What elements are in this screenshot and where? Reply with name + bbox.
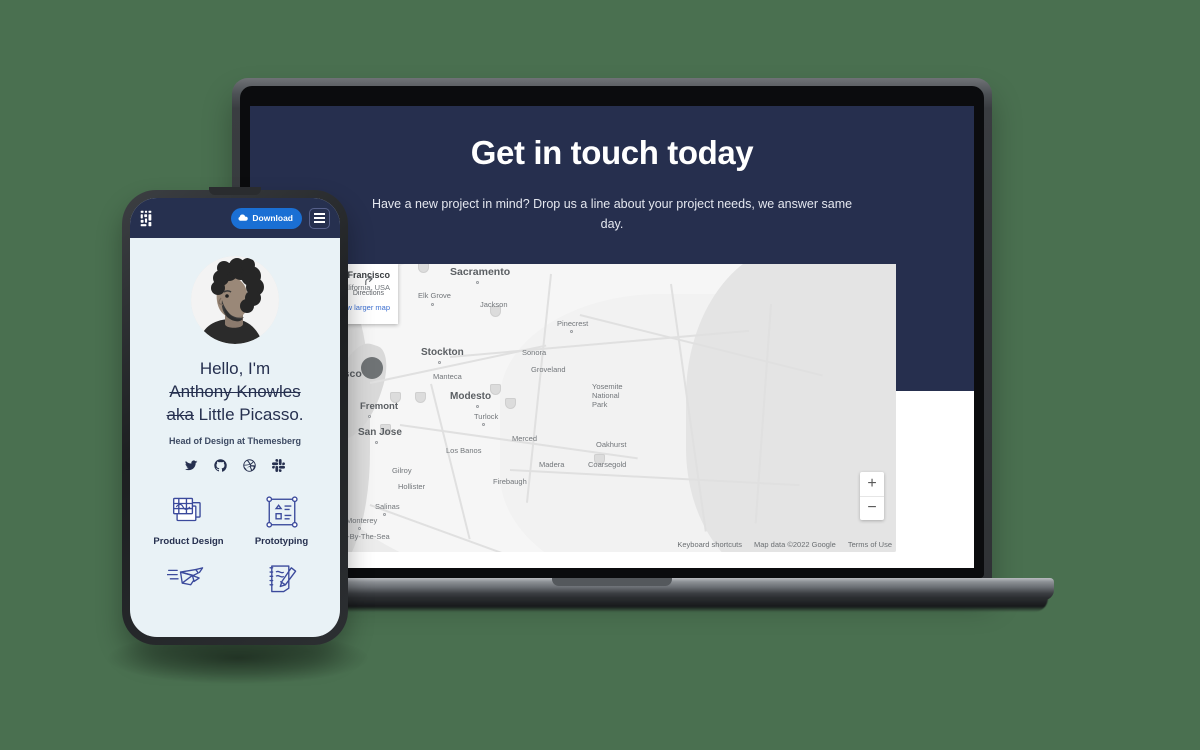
download-button[interactable]: Download <box>231 207 302 229</box>
phone-speaker-notch <box>209 187 261 195</box>
terms-of-use-link[interactable]: Terms of Use <box>848 540 892 549</box>
map-highway-shield-icon <box>415 392 426 403</box>
greeting-text: Hello, I'm <box>199 359 271 378</box>
cloud-download-icon <box>237 212 249 225</box>
social-links <box>142 459 328 477</box>
phone-mockup: Download Hello, I'm Anthony Knowles aka … <box>122 187 348 645</box>
laptop-trackpad-notch <box>552 578 672 586</box>
map-label: Pinecrest <box>557 319 589 328</box>
product-design-icon <box>142 491 235 533</box>
map-label: Manteca <box>433 372 462 381</box>
phone-screen: Download Hello, I'm Anthony Knowles aka … <box>130 198 340 637</box>
map-highway-shield-icon <box>490 384 501 395</box>
map-label: Sea Ranch <box>418 264 448 266</box>
alias-text: Little Picasso. <box>193 405 304 424</box>
service-item[interactable]: Product Design <box>142 491 235 547</box>
services-grid: Product Design Prototyping <box>142 491 328 602</box>
topbar-actions: Download <box>231 207 330 229</box>
service-label: Product Design <box>153 536 224 547</box>
map-label: Yosemite National Park <box>592 382 623 409</box>
profile-role: Head of Design at Themesberg <box>168 436 302 446</box>
map-label: Sonora <box>522 348 547 357</box>
map-label: Groveland <box>531 365 566 374</box>
map-sf-urban-area <box>361 357 383 379</box>
prototyping-icon <box>235 491 328 533</box>
page-title: Get in touch today <box>470 134 754 171</box>
map-label: Madera <box>539 460 565 469</box>
map-label: Oakhurst <box>596 440 627 449</box>
map-label: Sacramento <box>450 266 511 278</box>
phone-content: Hello, I'm Anthony Knowles aka Little Pi… <box>130 238 340 602</box>
service-item[interactable] <box>235 557 328 602</box>
hamburger-menu[interactable] <box>309 207 330 229</box>
phone-topbar: Download <box>130 198 340 238</box>
service-item[interactable]: Prototyping <box>235 491 328 547</box>
map-label: Modesto <box>450 391 492 402</box>
directions-label: Directions <box>352 290 384 297</box>
map-label: Merced <box>512 434 538 443</box>
download-label: Download <box>252 213 293 223</box>
map-highway-shield-icon <box>505 398 516 409</box>
page-subtitle: Have a new project in mind? Drop us a li… <box>371 197 853 231</box>
directions-icon <box>353 274 384 290</box>
origami-bird-icon <box>142 557 235 599</box>
themesberg-logo[interactable] <box>140 210 157 227</box>
map-label: Jackson <box>480 300 508 309</box>
keyboard-shortcuts-link[interactable]: Keyboard shortcuts <box>677 540 742 549</box>
laptop-bezel: Get in touch today Have a new project in… <box>240 86 984 578</box>
map-data-attribution: Map data ©2022 Google <box>753 540 836 549</box>
profile-heading: Hello, I'm Anthony Knowles aka Little Pi… <box>142 357 328 426</box>
map-label: San Jose <box>358 427 402 438</box>
zoom-in-button[interactable]: + <box>860 472 884 497</box>
directions-button[interactable]: Directions <box>353 274 384 297</box>
map-label: Stockton <box>421 347 464 358</box>
map-label: Coarsegold <box>588 460 627 469</box>
zoom-out-button[interactable]: − <box>860 497 884 521</box>
notebook-pen-icon <box>235 557 328 599</box>
map-label: Gilroy <box>392 466 412 475</box>
avatar <box>191 256 279 344</box>
struck-aka: aka <box>166 405 194 424</box>
map-label: Fremont <box>360 401 398 412</box>
map-label: Elk Grove <box>418 291 451 300</box>
map-label: Monterey <box>346 516 378 525</box>
map-label: Firebaugh <box>493 477 527 486</box>
map-label: Turlock <box>474 412 499 421</box>
twitter-icon[interactable] <box>185 459 198 477</box>
scene: Get in touch today Have a new project in… <box>0 0 1200 750</box>
map-zoom-controls[interactable]: + − <box>860 472 884 520</box>
map-label: Hollister <box>398 482 426 491</box>
laptop-screen: Get in touch today Have a new project in… <box>250 106 974 568</box>
map-label: Los Banos <box>446 446 482 455</box>
github-icon[interactable] <box>214 459 227 477</box>
map-footer: Keyboard shortcuts Map data ©2022 Google… <box>677 540 892 549</box>
slack-icon[interactable] <box>272 459 285 477</box>
dribbble-icon[interactable] <box>243 459 256 477</box>
struck-name: Anthony Knowles <box>169 382 301 401</box>
map-label: Salinas <box>375 502 400 511</box>
service-label: Prototyping <box>254 536 309 547</box>
service-item[interactable] <box>142 557 235 602</box>
